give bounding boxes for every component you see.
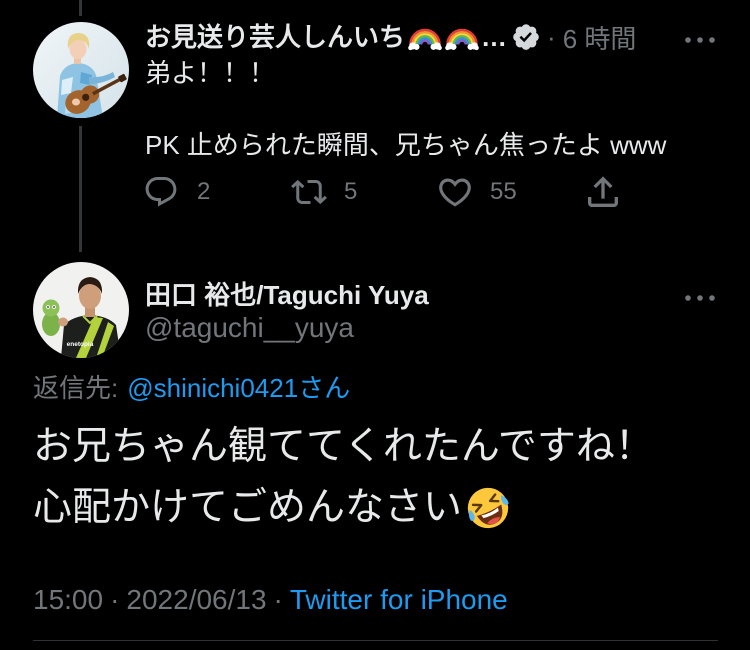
meta-separator: · — [110, 584, 120, 615]
verified-badge-icon — [511, 22, 541, 52]
main-tweet-text-line: 心配かけてごめんなさい — [33, 477, 733, 538]
more-horizontal-icon[interactable] — [684, 32, 716, 43]
like-button[interactable]: 55 — [436, 172, 517, 212]
rainbow-emoji-icon — [445, 20, 479, 54]
mention-honorific: さん — [298, 373, 351, 403]
divider — [33, 640, 718, 641]
retweet-button[interactable]: 5 — [291, 172, 357, 212]
tweet-source-link[interactable]: Twitter for iPhone — [290, 584, 508, 615]
parent-tweet-text-line: 弟よ！！！ — [145, 58, 276, 88]
heart-icon — [436, 173, 474, 211]
rolling-on-the-floor-laughing-emoji-icon — [466, 486, 510, 530]
mention-handle: @shinichi0421 — [127, 373, 299, 403]
main-tweet-text-line-1: お兄ちゃん観ててくれたんですね！ — [33, 425, 654, 468]
main-tweet-header: 田口 裕也/Taguchi Yuya — [145, 277, 675, 313]
tweet-meta-line: 15:00 · 2022/06/13 · Twitter for iPhone — [33, 582, 508, 618]
main-tweet-text: お兄ちゃん観ててくれたんですね！ 心配かけてごめんなさい — [33, 416, 733, 538]
like-count: 55 — [490, 178, 517, 205]
main-author-handle[interactable]: @taguchi__yuya — [145, 310, 354, 346]
replying-to-label: 返信先: — [33, 373, 119, 403]
tweet-date[interactable]: 2022/06/13 — [126, 584, 266, 615]
more-horizontal-icon[interactable] — [684, 290, 716, 301]
meta-separator: · — [273, 584, 283, 615]
thread-connector-line — [79, 0, 82, 16]
name-truncation-ellipsis: … — [481, 22, 508, 52]
retweet-icon — [291, 174, 327, 210]
main-author-avatar[interactable]: enetopia — [33, 262, 129, 358]
tweet-time[interactable]: 15:00 — [33, 584, 103, 615]
retweet-count: 5 — [344, 178, 358, 205]
relative-timestamp[interactable]: 6 時間 — [563, 19, 637, 56]
main-author-name[interactable]: 田口 裕也/Taguchi Yuya — [145, 277, 429, 313]
replying-to-mention-link[interactable]: @shinichi0421さん — [127, 373, 350, 403]
main-tweet-text-line: お兄ちゃん観ててくれたんですね！ — [33, 416, 733, 477]
rainbow-emoji-icon — [408, 20, 442, 54]
main-tweet-text-line-2: 心配かけてごめんなさい — [33, 486, 463, 529]
share-icon — [583, 172, 623, 212]
parent-tweet-header: お見送り芸人しんいち … · 6 時間 — [145, 18, 675, 56]
share-button[interactable] — [583, 172, 623, 212]
parent-author-avatar[interactable] — [33, 22, 129, 118]
time-separator: · — [547, 21, 556, 52]
thread-connector-line — [79, 126, 82, 252]
replying-to-line: 返信先: @shinichi0421さん — [33, 370, 350, 406]
reply-button[interactable]: 2 — [143, 172, 210, 212]
parent-tweet-text-line: PK 止められた瞬間、兄ちゃん焦ったよ www — [145, 130, 667, 160]
reply-icon — [143, 174, 179, 210]
reply-count: 2 — [197, 178, 211, 205]
parent-author-name[interactable]: お見送り芸人しんいち — [145, 18, 405, 56]
jersey-logo-text: enetopia — [67, 341, 94, 348]
